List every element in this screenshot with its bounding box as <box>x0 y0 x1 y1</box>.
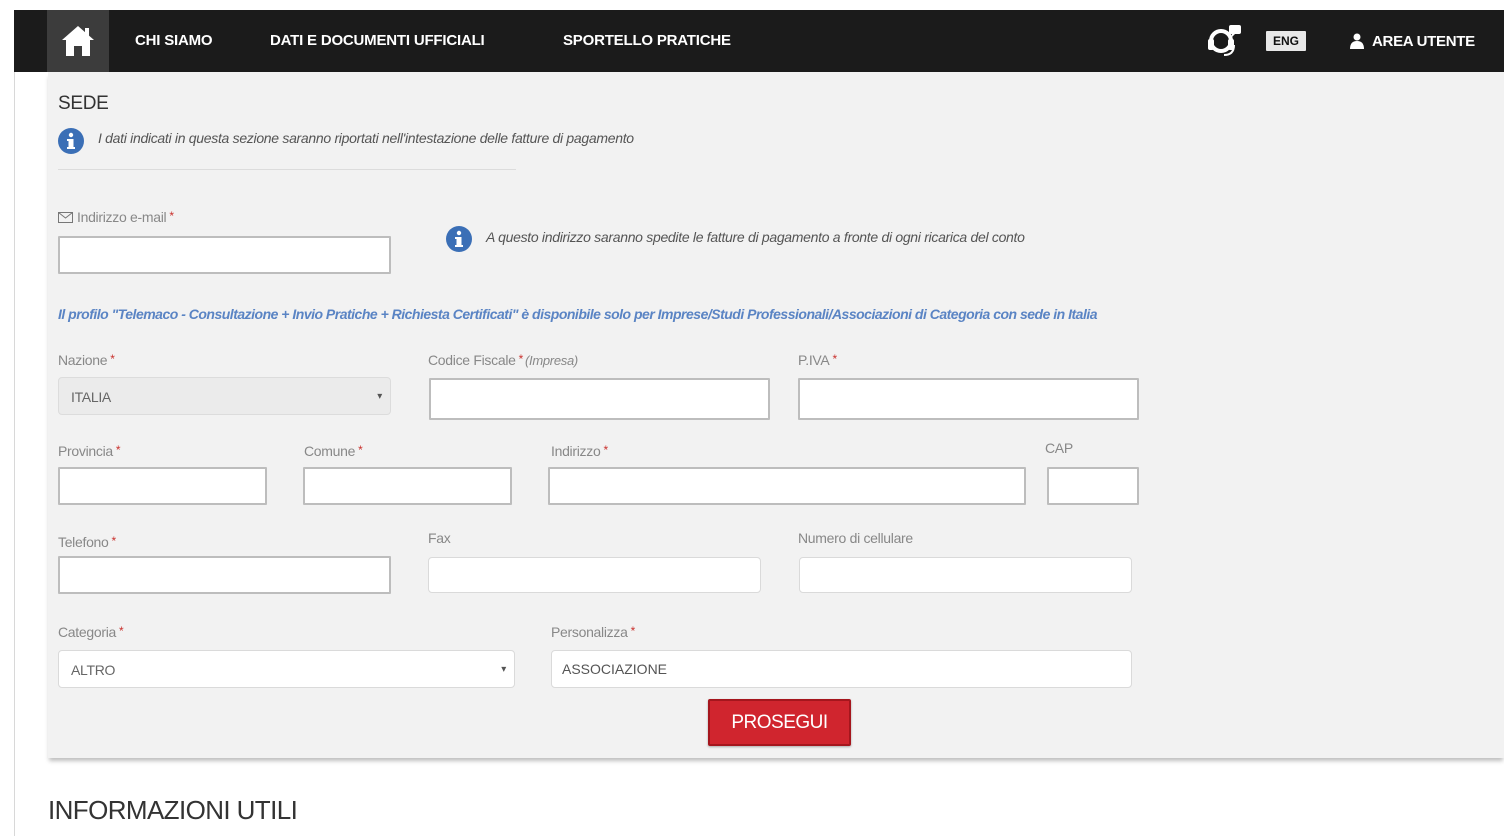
section-title: SEDE <box>58 93 109 114</box>
email-label: Indirizzo e-mail * <box>58 209 174 225</box>
nazione-select[interactable]: ITALIA ▾ <box>58 377 391 415</box>
email-info-text: A questo indirizzo saranno spedite le fa… <box>486 229 1025 245</box>
provincia-label-text: Provincia <box>58 443 113 459</box>
telefono-label-text: Telefono <box>58 534 109 550</box>
comune-label: Comune * <box>304 443 363 459</box>
prosegui-button[interactable]: PROSEGUI <box>708 699 851 746</box>
required-asterisk: * <box>119 624 124 638</box>
comune-input[interactable] <box>303 467 512 505</box>
caret-down-icon: ▾ <box>377 391 382 402</box>
codice-fiscale-input[interactable] <box>429 378 770 420</box>
comune-label-text: Comune <box>304 443 356 459</box>
categoria-label-text: Categoria <box>58 624 117 640</box>
required-asterisk: * <box>603 443 608 457</box>
language-toggle[interactable]: ENG <box>1266 31 1306 51</box>
personalizza-input[interactable] <box>551 650 1132 688</box>
info-icon <box>58 128 84 154</box>
piva-input[interactable] <box>798 378 1139 420</box>
required-asterisk: * <box>169 209 174 223</box>
required-asterisk: * <box>630 624 636 638</box>
personalizza-label: Personalizza * <box>551 624 635 640</box>
fax-input[interactable] <box>428 557 761 593</box>
required-asterisk: * <box>111 534 117 548</box>
email-input[interactable] <box>58 236 391 274</box>
categoria-selected-value: ALTRO <box>71 662 116 678</box>
indirizzo-input[interactable] <box>548 467 1026 505</box>
support-headset-icon[interactable] <box>1204 23 1244 59</box>
nazione-selected-value: ITALIA <box>71 389 111 405</box>
provincia-label: Provincia * <box>58 443 121 459</box>
section-info-text: I dati indicati in questa sezione sarann… <box>98 130 634 146</box>
personalizza-label-text: Personalizza <box>551 624 628 640</box>
codice-fiscale-label: Codice Fiscale * (Impresa) <box>428 352 578 368</box>
codice-fiscale-note: (Impresa) <box>525 353 578 368</box>
cap-input[interactable] <box>1047 467 1139 505</box>
categoria-select[interactable]: ALTRO ▾ <box>58 650 515 688</box>
provincia-input[interactable] <box>58 467 267 505</box>
categoria-label: Categoria * <box>58 624 124 640</box>
caret-down-icon: ▾ <box>501 664 506 675</box>
piva-label: P.IVA * <box>798 352 837 368</box>
sede-form-panel: SEDE I dati indicati in questa sezione s… <box>48 72 1504 758</box>
user-icon <box>1350 33 1364 49</box>
telefono-label: Telefono * <box>58 534 116 550</box>
user-area-link[interactable]: AREA UTENTE <box>1350 10 1475 72</box>
user-area-label: AREA UTENTE <box>1372 32 1475 50</box>
home-button[interactable] <box>47 10 109 72</box>
email-label-text: Indirizzo e-mail <box>77 209 167 225</box>
indirizzo-label-text: Indirizzo <box>551 443 601 459</box>
indirizzo-label: Indirizzo * <box>551 443 608 459</box>
section-divider <box>58 169 516 170</box>
required-asterisk: * <box>832 352 837 366</box>
fax-label: Fax <box>428 530 451 546</box>
info-icon <box>446 226 472 252</box>
nav-link-chi-siamo[interactable]: CHI SIAMO <box>135 10 213 72</box>
top-navbar: CHI SIAMO DATI E DOCUMENTI UFFICIALI SPO… <box>14 10 1504 72</box>
envelope-icon <box>58 212 73 223</box>
cap-label: CAP <box>1045 440 1073 456</box>
required-asterisk: * <box>518 352 524 366</box>
profile-notice: Il profilo "Telemaco - Consultazione + I… <box>58 306 1098 322</box>
nav-link-dati-documenti[interactable]: DATI E DOCUMENTI UFFICIALI <box>270 10 485 72</box>
cellulare-label: Numero di cellulare <box>798 530 913 546</box>
telefono-input[interactable] <box>58 556 391 594</box>
codice-fiscale-label-text: Codice Fiscale <box>428 352 516 368</box>
piva-label-text: P.IVA <box>798 352 830 368</box>
required-asterisk: * <box>115 443 121 457</box>
cellulare-input[interactable] <box>799 557 1132 593</box>
nav-link-sportello-pratiche[interactable]: SPORTELLO PRATICHE <box>563 10 731 72</box>
required-asterisk: * <box>110 352 115 366</box>
nazione-label-text: Nazione <box>58 352 108 368</box>
home-icon <box>62 26 94 56</box>
required-asterisk: * <box>358 443 363 457</box>
informazioni-utili-heading: INFORMAZIONI UTILI <box>48 795 298 825</box>
nazione-label: Nazione * <box>58 352 115 368</box>
page-left-border <box>14 72 15 836</box>
